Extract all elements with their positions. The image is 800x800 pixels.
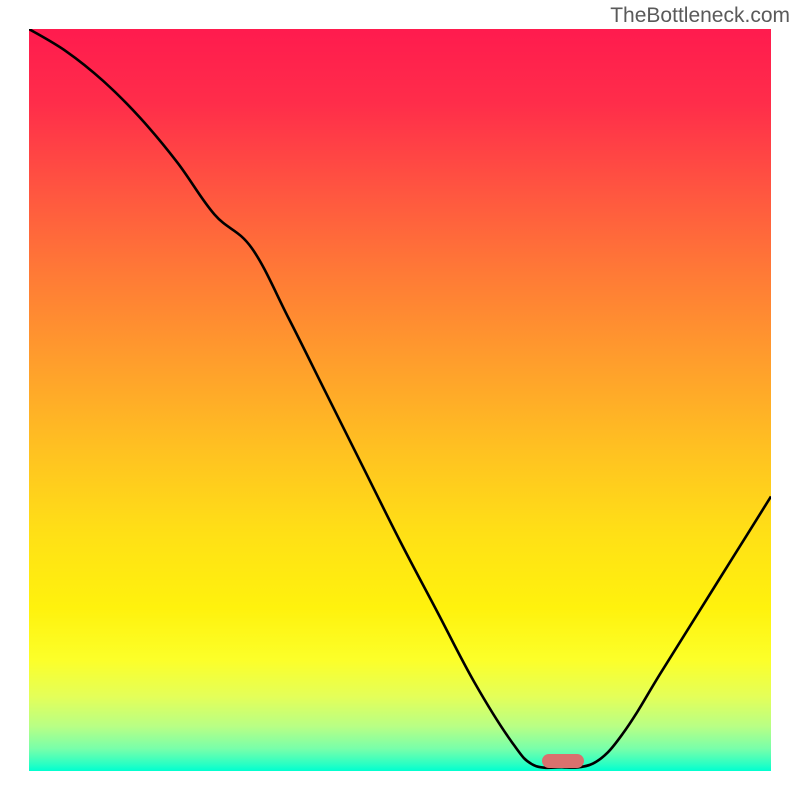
watermark-text: TheBottleneck.com <box>610 4 790 28</box>
curve-path <box>29 29 771 768</box>
chart-svg <box>29 29 771 771</box>
chart-container: TheBottleneck.com <box>0 0 800 800</box>
optimum-marker <box>542 754 584 768</box>
